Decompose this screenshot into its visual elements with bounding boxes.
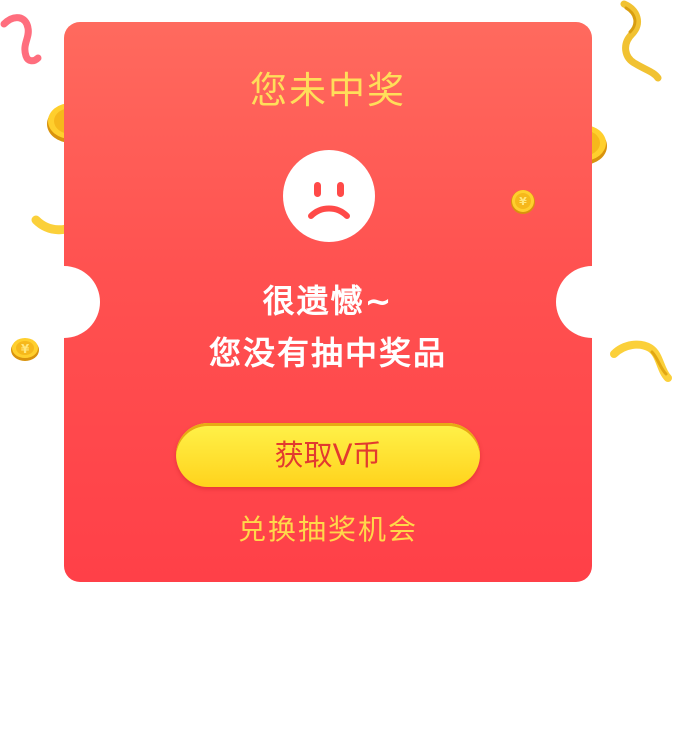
ribbon-icon — [610, 340, 672, 382]
svg-text:¥: ¥ — [519, 195, 527, 208]
ribbon-icon — [0, 14, 42, 65]
sad-face-icon — [283, 150, 375, 242]
get-vcoin-button[interactable]: 获取V币 — [176, 423, 480, 487]
message-line-1: 很遗憾~ — [262, 282, 394, 320]
yen-coin-icon: ¥ — [10, 336, 40, 362]
yen-coin-icon: ¥ — [511, 190, 535, 214]
svg-text:¥: ¥ — [21, 342, 30, 356]
result-title: 您未中奖 — [250, 69, 406, 112]
message-line-2: 您没有抽中奖品 — [208, 334, 447, 372]
result-card: 您未中奖 很遗憾~ 您没有抽中奖品 获取V币 兑换抽奖机会 ¥ — [64, 22, 592, 582]
exchange-lottery-link[interactable]: 兑换抽奖机会 — [64, 508, 592, 548]
ribbon-icon — [620, 0, 662, 82]
